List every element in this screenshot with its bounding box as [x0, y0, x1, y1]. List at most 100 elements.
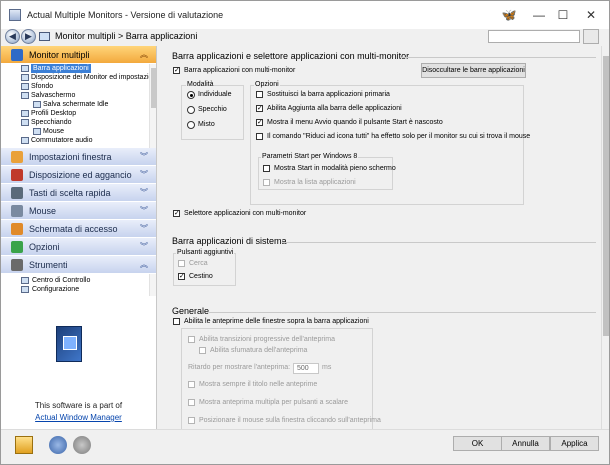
search-button-checkbox[interactable] [178, 260, 185, 267]
mode-individuale-label: Individuale [198, 91, 232, 98]
group-tasti[interactable]: Tasti di scelta rapida ︾ [1, 184, 156, 202]
switcher-label: Selettore applicazioni con multi-monitor [184, 210, 307, 217]
group-opzioni[interactable]: Opzioni ︾ [1, 238, 156, 256]
idle-icon [33, 101, 41, 108]
cancel-button[interactable]: Annulla [501, 436, 550, 451]
start-app-list-label: Mostra la lista applicazioni [274, 179, 356, 186]
preview-checkbox[interactable] [173, 318, 180, 325]
update-icon[interactable] [49, 436, 67, 454]
preview-transition-checkbox[interactable] [188, 336, 195, 343]
taskbar-enable-label: Barra applicazioni con multi-monitor [184, 67, 296, 74]
chevron-down-icon: ︾ [140, 152, 148, 161]
preview-fade-checkbox[interactable] [199, 347, 206, 354]
recycle-bin-checkbox[interactable]: ✓ [178, 273, 185, 280]
tree-item-commutatore[interactable]: Commutatore audio [1, 136, 156, 145]
divider [282, 242, 596, 243]
group-impostazioni-finestra[interactable]: Impostazioni finestra ︾ [1, 148, 156, 166]
group-mouse[interactable]: Mouse ︾ [1, 202, 156, 220]
taskbar-icon [21, 65, 29, 72]
promo-text: This software is a part of [34, 401, 123, 410]
tree-item-salvaschermo[interactable]: Salvaschermo [1, 91, 156, 100]
multi-preview-label: Mostra anteprima multipla per pulsanti a… [199, 399, 349, 406]
tree-item-disposizione[interactable]: Disposizione dei Monitor ed impostazioni [1, 73, 156, 82]
chevron-down-icon: ︾ [140, 188, 148, 197]
butterfly-icon: 🦋 [501, 8, 517, 22]
multi-preview-checkbox[interactable] [188, 399, 195, 406]
help-icon[interactable] [15, 436, 33, 454]
address-bar: ◀ ▶ Monitor multipli > Barra applicazion… [1, 29, 609, 45]
chevron-down-icon: ︾ [140, 206, 148, 215]
preview-fade-label: Abilita sfumatura dell'anteprima [210, 347, 308, 354]
tools-icon [11, 259, 23, 271]
mode-misto-label: Misto [198, 121, 215, 128]
apply-button[interactable]: Applica [550, 436, 599, 451]
switcher-checkbox[interactable]: ✓ [173, 210, 180, 217]
mode-misto-radio[interactable] [187, 121, 195, 129]
option-pin-label: Abilita Aggiunta alla barra delle applic… [267, 105, 402, 112]
always-title-checkbox[interactable] [188, 381, 195, 388]
layout-icon [21, 74, 29, 81]
section-title-general: Generale [172, 306, 210, 316]
group-schermata-accesso[interactable]: Schermata di accesso ︾ [1, 220, 156, 238]
tree-scrollbar[interactable] [149, 64, 156, 148]
taskbar-enable-checkbox[interactable]: ✓ [173, 67, 180, 74]
group-strumenti[interactable]: Strumenti ︽ [1, 256, 156, 274]
ok-button[interactable]: OK [453, 436, 502, 451]
group-monitor-multipli[interactable]: Monitor multipli ︽ [1, 46, 156, 64]
tree-item-sfondo[interactable]: Sfondo [1, 82, 156, 91]
tree-monitor-multipli: Barra applicazioni Disposizione dei Moni… [1, 64, 156, 148]
option-minimize-all-checkbox[interactable] [256, 133, 263, 140]
start-fullscreen-label: Mostra Start in modalità pieno schermo [274, 165, 396, 172]
delay-input[interactable]: 500 [293, 363, 319, 374]
control-center-icon [21, 277, 29, 284]
close-button[interactable]: ✕ [577, 5, 605, 25]
audio-icon [21, 137, 29, 144]
mouse-position-checkbox[interactable] [188, 417, 195, 424]
group-disposizione[interactable]: Disposizione ed aggancio ︾ [1, 166, 156, 184]
search-input[interactable] [488, 30, 580, 43]
mirror-icon [21, 119, 29, 126]
options-group-title: Opzioni [254, 81, 280, 88]
option-start-menu-label: Mostra il menu Avvio quando il pulsante … [267, 119, 443, 126]
app-window: Actual Multiple Monitors - Versione di v… [0, 0, 610, 465]
option-start-menu-checkbox[interactable]: ✓ [256, 119, 263, 126]
preview-label: Abilita le anteprime delle finestre sopr… [184, 318, 369, 325]
option-pin-checkbox[interactable]: ✓ [256, 105, 263, 112]
tree-item-configurazione[interactable]: Configurazione [1, 285, 156, 294]
divider [400, 57, 596, 58]
chevron-up-icon: ︽ [140, 260, 148, 269]
tree-strumenti: Centro di Controllo Configurazione [1, 274, 156, 296]
mode-individuale-radio[interactable] [187, 91, 195, 99]
tools-scrollbar[interactable] [149, 274, 156, 296]
maximize-button[interactable]: ☐ [549, 5, 577, 25]
footer-bar: OK Annulla Applica [1, 429, 609, 464]
profile-icon [21, 110, 29, 117]
chevron-down-icon: ︾ [140, 224, 148, 233]
start-app-list-checkbox[interactable] [263, 179, 270, 186]
search-button[interactable] [583, 29, 599, 44]
tree-item-barra-applicazioni[interactable]: Barra applicazioni [1, 64, 156, 73]
tree-item-salva-schermate[interactable]: Salva schermate Idle [1, 100, 156, 109]
window-settings-icon [11, 151, 23, 163]
tree-item-centro-controllo[interactable]: Centro di Controllo [1, 276, 156, 285]
extra-buttons-group [173, 253, 236, 286]
delay-unit: ms [322, 364, 332, 371]
options-icon [11, 241, 23, 253]
forward-button[interactable]: ▶ [21, 29, 36, 44]
promo-link[interactable]: Actual Window Manager [35, 413, 122, 422]
window-title: Actual Multiple Monitors - Versione di v… [27, 10, 224, 20]
settings-scrollbar[interactable] [601, 46, 609, 429]
tree-item-profili[interactable]: Profili Desktop [1, 109, 156, 118]
option-replace-primary-checkbox[interactable] [256, 91, 263, 98]
chevron-up-icon: ︽ [140, 50, 148, 59]
mode-group-title: Modalità [186, 81, 215, 88]
unhide-taskbars-button[interactable]: Disoccultare le barre applicazioni [421, 63, 526, 78]
info-icon[interactable] [73, 436, 91, 454]
start-fullscreen-checkbox[interactable] [263, 165, 270, 172]
tree-item-specchiando[interactable]: Specchiando [1, 118, 156, 127]
mode-specchio-radio[interactable] [187, 106, 195, 114]
back-button[interactable]: ◀ [5, 29, 20, 44]
recycle-bin-label: Cestino [189, 273, 213, 280]
breadcrumb: Monitor multipli > Barra applicazioni [55, 31, 198, 41]
tree-item-mouse[interactable]: Mouse [1, 127, 156, 136]
